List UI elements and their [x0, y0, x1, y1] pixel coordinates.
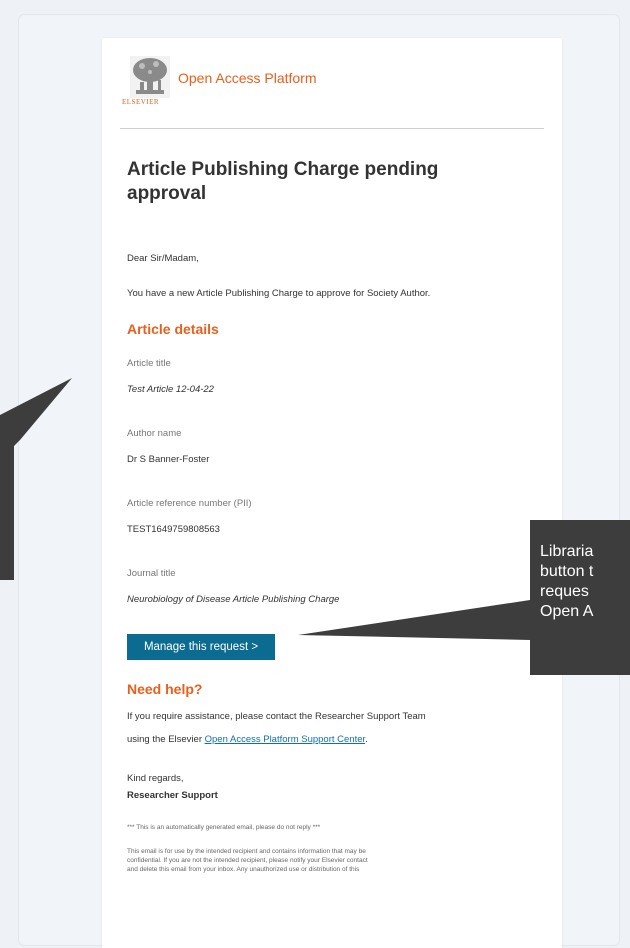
right-callout-arrow [298, 600, 530, 640]
callout-line-3: reques [540, 583, 589, 600]
left-callout-box [0, 420, 14, 580]
callout-line-1: Libraria [540, 543, 594, 560]
callout-line-4: Open A [540, 603, 594, 620]
callout-line-2: button t [540, 563, 594, 580]
callout-arrows [0, 378, 530, 640]
right-callout-box: Libraria button t reques Open A [530, 520, 630, 675]
